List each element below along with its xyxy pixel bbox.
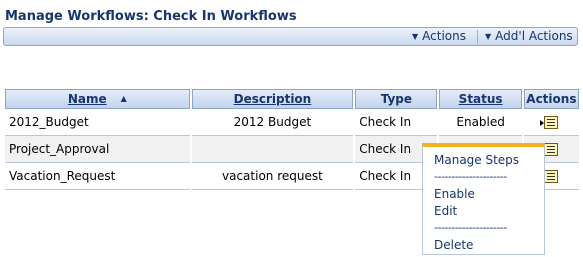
column-header-status-label[interactable]: Status <box>459 92 503 106</box>
actions-menu-icon[interactable] <box>540 116 559 129</box>
menu-separator: --------------------- <box>434 221 507 234</box>
actions-menu-button[interactable]: ▼ Actions <box>412 28 466 45</box>
dropdown-arrow-icon: ▼ <box>412 32 419 41</box>
table-row[interactable]: 2012_Budget 2012 Budget Check In Enabled <box>5 109 579 136</box>
cell-name: 2012_Budget <box>5 109 190 136</box>
actions-label: Actions <box>422 29 466 43</box>
column-header-status[interactable]: Status <box>439 89 522 109</box>
column-header-actions-label: Actions <box>526 92 577 106</box>
cell-description: 2012 Budget <box>191 109 354 136</box>
row-actions-context-menu: Manage Steps --------------------- Enabl… <box>422 143 545 255</box>
addl-actions-label: Add'l Actions <box>495 29 573 43</box>
toolbar-separator <box>477 30 478 44</box>
sort-ascending-icon: ▲ <box>120 94 127 103</box>
menu-item-edit[interactable]: Edit <box>434 204 457 218</box>
cell-actions <box>523 109 579 136</box>
cell-description <box>191 136 354 163</box>
column-header-name[interactable]: Name ▲ <box>5 89 190 109</box>
column-header-type: Type <box>355 89 438 109</box>
column-header-actions: Actions <box>523 89 579 109</box>
cell-description: vacation request <box>191 163 354 190</box>
column-header-name-label[interactable]: Name <box>68 92 107 106</box>
menu-item-manage-steps[interactable]: Manage Steps <box>434 153 519 167</box>
menu-item-delete[interactable]: Delete <box>434 238 473 252</box>
cell-status: Enabled <box>439 109 522 136</box>
dropdown-arrow-icon: ▼ <box>485 32 492 41</box>
cell-name: Project_Approval <box>5 136 190 163</box>
page-title: Manage Workflows: Check In Workflows <box>5 9 297 24</box>
cell-name: Vacation_Request <box>5 163 190 190</box>
column-header-type-label: Type <box>380 92 412 106</box>
cell-type: Check In <box>355 109 438 136</box>
addl-actions-menu-button[interactable]: ▼ Add'l Actions <box>485 28 573 45</box>
menu-separator: --------------------- <box>434 170 507 183</box>
toolbar: ▼ Actions ▼ Add'l Actions <box>3 27 578 46</box>
column-header-description-label[interactable]: Description <box>234 92 312 106</box>
menu-item-enable[interactable]: Enable <box>434 187 475 201</box>
actions-menu-icon[interactable] <box>540 143 559 156</box>
column-header-description[interactable]: Description <box>191 89 354 109</box>
table-header-row: Name ▲ Description Type Status Actions <box>5 89 579 109</box>
actions-menu-icon[interactable] <box>540 170 559 183</box>
